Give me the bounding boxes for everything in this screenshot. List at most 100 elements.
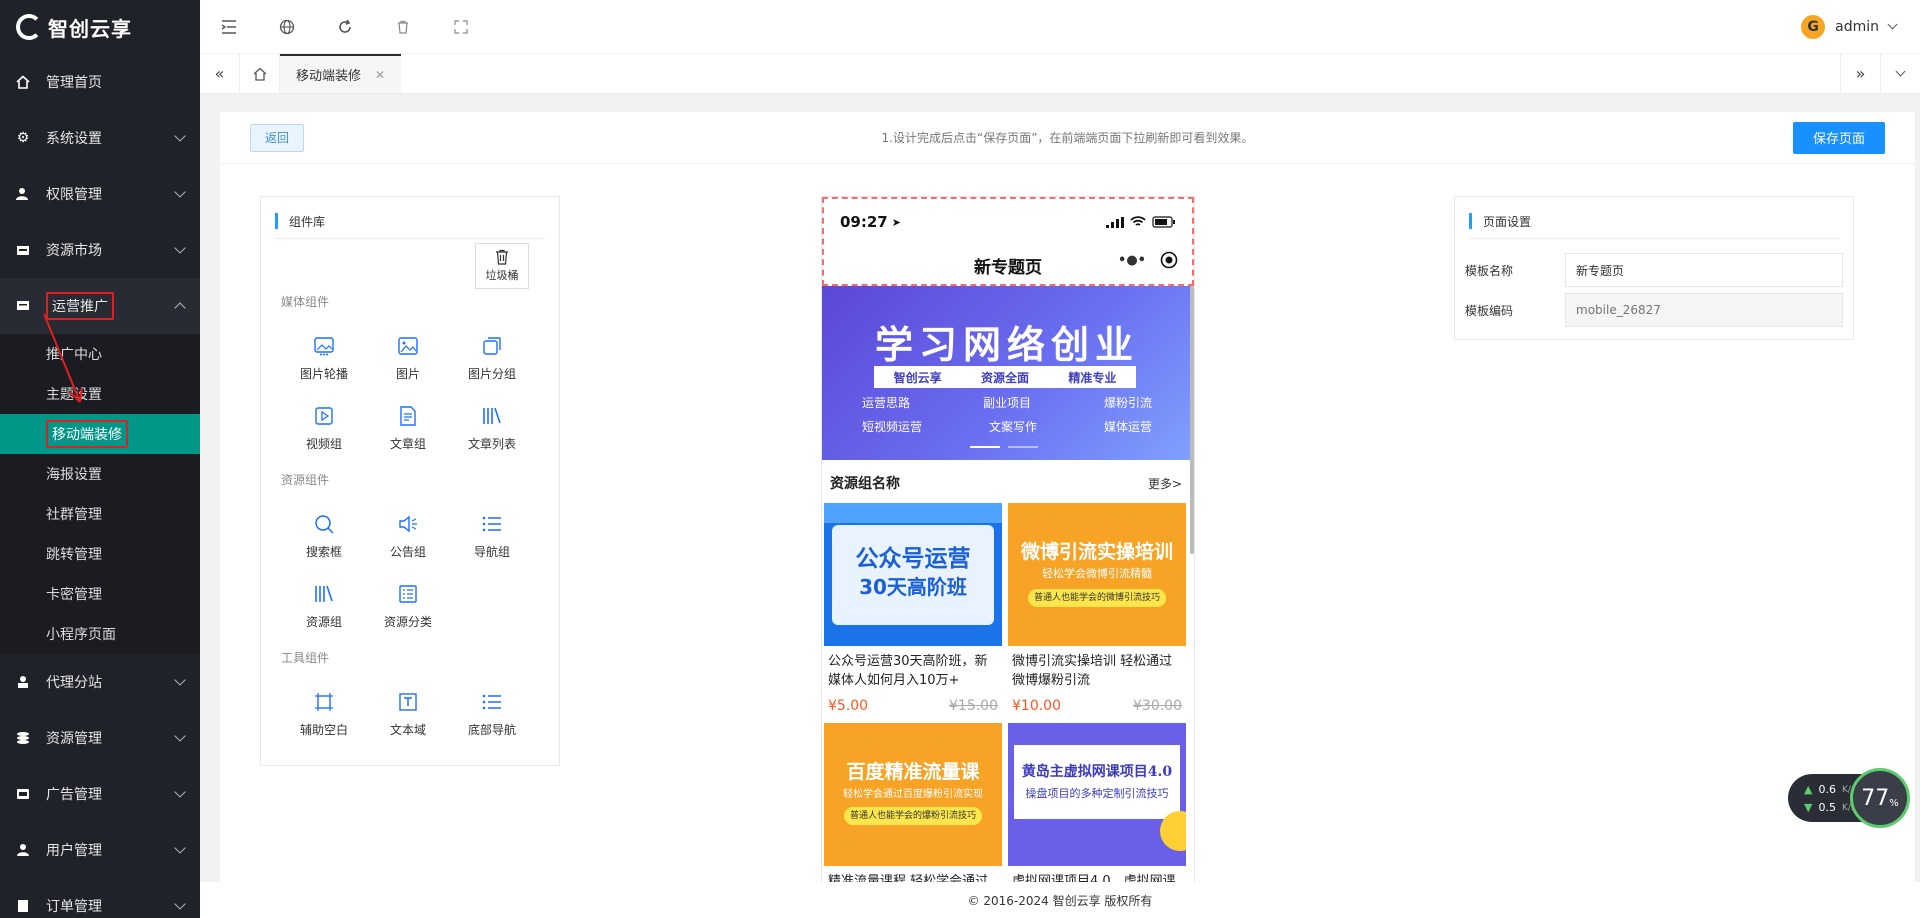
component-text-area[interactable]: 文本域 <box>368 691 448 738</box>
sub-item-mobile-decoration[interactable]: 移动端装修 <box>0 414 200 454</box>
product-card[interactable]: 百度精准流量课 轻松学会通过百度爆粉引流实现 普通人也能学会的爆粉引流技巧 精准… <box>824 723 1002 882</box>
product-card[interactable]: 黄岛主虚拟网课项目4.0 操盘项目的多种定制引流技巧 虚拟网课项目4.0，虚拟网… <box>1008 723 1186 882</box>
product-name: 精准流量课程 轻松学会通过 <box>828 874 989 882</box>
user-menu[interactable]: G admin <box>1801 14 1920 39</box>
menu-toggle-icon[interactable] <box>200 0 258 54</box>
component-spacer[interactable]: 辅助空白 <box>284 691 364 738</box>
product-image-tag: 普通人也能学会的爆粉引流技巧 <box>844 807 982 825</box>
globe-icon[interactable] <box>258 0 316 54</box>
sidebar-item-label: 订单管理 <box>46 899 102 915</box>
product-image-subtitle: 轻松学会通过百度爆粉引流实现 <box>843 789 983 800</box>
banner-subtitle-item: 资源全面 <box>980 370 1029 385</box>
settings-title: 页面设置 <box>1469 213 1839 239</box>
sidebar-item-label: 代理分站 <box>46 675 102 691</box>
carousel-dot[interactable] <box>970 446 1000 448</box>
sidebar-item-operations[interactable]: 运营推广 <box>0 278 200 334</box>
sidebar-item-home[interactable]: 管理首页 <box>0 54 200 110</box>
sidebar-item-permissions[interactable]: 权限管理 <box>0 166 200 222</box>
component-label: 资源组 <box>305 615 342 629</box>
product-card[interactable]: 公众号运营 30天高阶班 公众号运营30天高阶班，新媒体人如何月入10万+ ¥5… <box>824 503 1002 714</box>
trash-button[interactable]: 垃圾桶 <box>475 243 529 289</box>
topbar: G admin <box>200 0 1920 54</box>
component-article-list[interactable]: 文章列表 <box>452 405 532 452</box>
chevron-down-icon <box>174 130 186 142</box>
phone-header[interactable]: 09:27 ➤ 新专题页 •●• <box>822 197 1194 286</box>
library-title: 组件库 <box>275 213 545 239</box>
image-carousel-icon <box>314 337 334 356</box>
component-resource-category[interactable]: 资源分类 <box>368 583 448 630</box>
banner-tags-row: 运营思路 副业项目 爆粉引流 <box>862 394 1152 411</box>
brand-logo[interactable]: 智创云享 <box>0 0 200 54</box>
miniprogram-capsule[interactable]: •●• <box>1118 251 1178 269</box>
product-image: 百度精准流量课 轻松学会通过百度爆粉引流实现 普通人也能学会的爆粉引流技巧 <box>824 723 1002 866</box>
template-name-label: 模板名称 <box>1465 263 1514 278</box>
banner-tag: 运营思路 <box>862 396 911 410</box>
component-label: 视频组 <box>305 437 342 451</box>
template-name-input[interactable] <box>1565 253 1843 287</box>
template-code-input[interactable] <box>1565 293 1843 327</box>
tabs-scroll-left-icon[interactable]: « <box>200 54 240 93</box>
sidebar-item-system-settings[interactable]: ⚙ 系统设置 <box>0 110 200 166</box>
sidebar-item-users[interactable]: 用户管理 <box>0 822 200 878</box>
home-tab-icon[interactable] <box>240 54 280 93</box>
component-label: 文章列表 <box>467 437 516 451</box>
location-icon: ➤ <box>891 215 901 229</box>
product-image: 公众号运营 30天高阶班 <box>824 503 1002 646</box>
sub-item-poster-settings[interactable]: 海报设置 <box>0 454 200 494</box>
carousel-indicator[interactable] <box>970 446 1038 448</box>
component-label: 图片分组 <box>467 367 516 381</box>
sub-item-redirect[interactable]: 跳转管理 <box>0 534 200 574</box>
component-image-carousel[interactable]: 图片轮播 <box>284 335 364 382</box>
component-search-box[interactable]: 搜索框 <box>284 513 364 560</box>
tabs-dropdown-icon[interactable] <box>1880 54 1920 93</box>
banner-subtitle: 智创云享 资源全面 精准专业 <box>874 366 1136 388</box>
sidebar-item-ads[interactable]: 广告管理 <box>0 766 200 822</box>
tabs-scroll-right-icon[interactable]: » <box>1840 54 1880 93</box>
back-button[interactable]: 返回 <box>250 123 305 152</box>
arrow-up-icon: ▲ <box>1804 783 1813 796</box>
banner-tag: 爆粉引流 <box>1103 396 1152 410</box>
sub-item-miniprogram-pages[interactable]: 小程序页面 <box>0 614 200 654</box>
sidebar-item-orders[interactable]: 订单管理 <box>0 878 200 918</box>
product-image: 黄岛主虚拟网课项目4.0 操盘项目的多种定制引流技巧 <box>1008 723 1186 866</box>
carousel-dot[interactable] <box>1008 446 1038 448</box>
component-bottom-nav[interactable]: 底部导航 <box>452 691 532 738</box>
sub-item-label: 移动端装修 <box>46 420 128 448</box>
phone-scrollbar[interactable] <box>1190 286 1194 554</box>
search-icon <box>315 515 334 534</box>
component-image[interactable]: 图片 <box>368 335 448 382</box>
sidebar-item-label: 资源管理 <box>46 731 102 747</box>
sub-item-card-keys[interactable]: 卡密管理 <box>0 574 200 614</box>
refresh-icon[interactable] <box>316 0 374 54</box>
component-resource-group[interactable]: 资源组 <box>284 583 364 630</box>
banner-carousel[interactable]: 学习网络创业 智创云享 资源全面 精准专业 运营思路 副业项目 爆粉引流 短视频… <box>822 286 1192 460</box>
save-page-button[interactable]: 保存页面 <box>1792 121 1885 154</box>
component-nav-group[interactable]: 导航组 <box>452 513 532 560</box>
sub-item-theme-settings[interactable]: 主题设置 <box>0 374 200 414</box>
sidebar-item-agent[interactable]: 代理分站 <box>0 654 200 710</box>
component-video-group[interactable]: 视频组 <box>284 405 364 452</box>
component-image-group[interactable]: 图片分组 <box>452 335 532 382</box>
sidebar-item-label: 用户管理 <box>46 843 102 859</box>
component-article-group[interactable]: 文章组 <box>368 405 448 452</box>
close-icon[interactable]: ✕ <box>375 68 385 82</box>
product-card[interactable]: 微博引流实操培训 轻松学会微博引流精髓 普通人也能学会的微博引流技巧 微博引流实… <box>1008 503 1186 714</box>
component-label: 导航组 <box>473 545 510 559</box>
sidebar-item-resource-manage[interactable]: 资源管理 <box>0 710 200 766</box>
more-link[interactable]: 更多> <box>1148 475 1182 492</box>
clear-cache-icon[interactable] <box>374 0 432 54</box>
close-circle-icon <box>1160 251 1178 269</box>
order-icon <box>14 899 32 913</box>
fullscreen-icon[interactable] <box>432 0 490 54</box>
network-speed-widget[interactable]: ▲ 0.6 K/s ▼ 0.5 K/s 77% <box>1788 768 1910 828</box>
chevron-down-icon <box>174 786 186 798</box>
template-name-row: 模板名称 <box>1465 253 1843 287</box>
resource-group-header: 资源组名称 更多> <box>830 473 1182 493</box>
sub-item-promotion-center[interactable]: 推广中心 <box>0 334 200 374</box>
megaphone-icon <box>14 299 32 313</box>
sidebar-item-resource-market[interactable]: 资源市场 <box>0 222 200 278</box>
tab-mobile-decoration[interactable]: 移动端装修 ✕ <box>280 54 402 93</box>
component-notice-group[interactable]: 公告组 <box>368 513 448 560</box>
sub-item-community[interactable]: 社群管理 <box>0 494 200 534</box>
chevron-down-icon <box>1887 19 1898 30</box>
